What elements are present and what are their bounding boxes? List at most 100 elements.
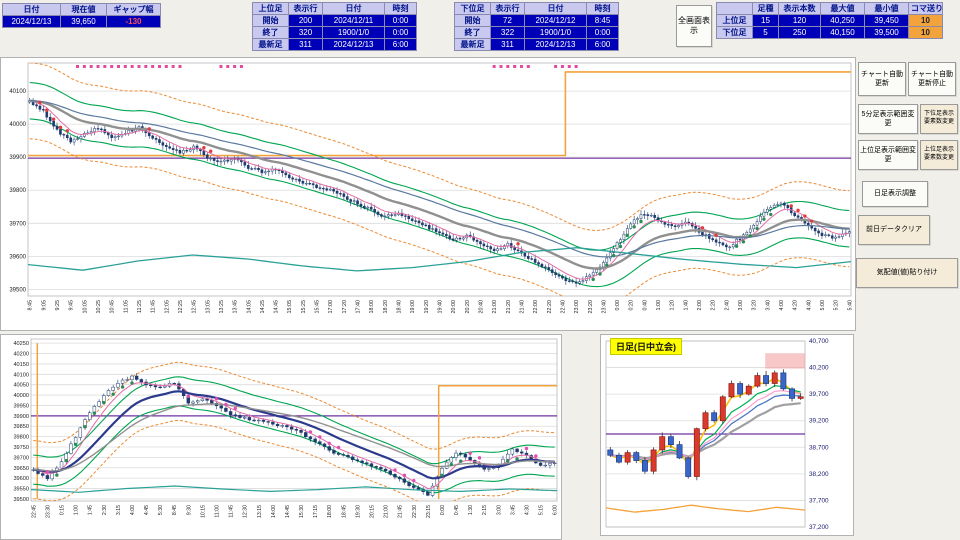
svg-text:10:25: 10:25 xyxy=(96,300,102,314)
range-5min-button[interactable]: 5分足表示範囲変更 xyxy=(858,104,918,134)
svg-text:1:00: 1:00 xyxy=(74,505,80,515)
svg-text:3:40: 3:40 xyxy=(765,300,771,311)
svg-text:3:00: 3:00 xyxy=(738,300,744,311)
svg-text:22:30: 22:30 xyxy=(412,505,418,518)
svg-text:8:45: 8:45 xyxy=(172,505,178,515)
svg-text:12:30: 12:30 xyxy=(243,505,249,518)
date-value: 2024/12/13 xyxy=(2,15,61,28)
svg-text:19:00: 19:00 xyxy=(410,300,416,314)
svg-text:0:40: 0:40 xyxy=(642,300,648,311)
upper-timeframe-chart: 40250 40200 40150 40100 40050 40000 39950 39900… xyxy=(13,338,559,518)
svg-text:5:00: 5:00 xyxy=(820,300,826,311)
svg-text:1:40: 1:40 xyxy=(683,300,689,311)
svg-text:1:30: 1:30 xyxy=(468,505,474,515)
settings-col-count: 表示本数 xyxy=(778,2,821,15)
upper-timeframe-chart-panel: 40250 40200 40150 40100 40050 40000 39950 39900… xyxy=(0,334,562,540)
lower-timeframe-chart-panel: 40100 40000 39900 39800 39700 39600 39500 8:45 9… xyxy=(0,57,856,331)
svg-text:9:30: 9:30 xyxy=(186,505,192,515)
svg-text:39800: 39800 xyxy=(13,435,29,441)
settings-col-max: 最大値 xyxy=(820,2,865,15)
svg-text:4:00: 4:00 xyxy=(779,300,785,311)
svg-text:23:20: 23:20 xyxy=(588,300,594,314)
paste-quote-button[interactable]: 気配値(値)貼り付け xyxy=(856,258,958,288)
svg-text:12:25: 12:25 xyxy=(178,300,184,314)
svg-text:9:25: 9:25 xyxy=(55,300,61,311)
svg-text:18:40: 18:40 xyxy=(397,300,403,314)
upper-title: 上位足 xyxy=(252,2,289,15)
svg-text:10:05: 10:05 xyxy=(82,300,88,314)
upper-col-time: 時刻 xyxy=(384,2,417,15)
svg-text:4:30: 4:30 xyxy=(524,505,530,515)
lower-elements-button[interactable]: 下位足表示要素数変更 xyxy=(920,104,958,134)
settings-upper-label: 上位足 xyxy=(716,14,753,27)
svg-text:39900: 39900 xyxy=(13,414,29,420)
daily-adjust-button[interactable]: 日足表示調整 xyxy=(862,181,928,207)
svg-text:14:05: 14:05 xyxy=(246,300,252,314)
auto-update-button[interactable]: チャート自動更新 xyxy=(858,62,906,96)
svg-text:3:20: 3:20 xyxy=(752,300,758,311)
svg-text:39950: 39950 xyxy=(13,403,29,409)
svg-text:39800: 39800 xyxy=(9,188,26,194)
svg-text:19:20: 19:20 xyxy=(424,300,430,314)
upper-col-date: 日付 xyxy=(322,2,385,15)
svg-text:15:05: 15:05 xyxy=(287,300,293,314)
lower-end-label: 終了 xyxy=(454,26,491,39)
svg-text:40000: 40000 xyxy=(13,393,29,399)
auto-update-stop-button[interactable]: チャート自動更新停止 xyxy=(908,62,956,96)
lower-latest-label: 最新足 xyxy=(454,38,491,51)
svg-text:38,200: 38,200 xyxy=(809,471,829,478)
svg-text:39650: 39650 xyxy=(13,466,29,472)
upper-range-button[interactable]: 上位足表示範囲変更 xyxy=(858,140,918,170)
svg-text:20:15: 20:15 xyxy=(369,505,375,518)
svg-text:19:30: 19:30 xyxy=(355,505,361,518)
lower-max-value: 40,150 xyxy=(820,26,865,39)
svg-text:39700: 39700 xyxy=(9,221,26,227)
svg-text:11:25: 11:25 xyxy=(137,300,143,313)
svg-text:21:00: 21:00 xyxy=(384,505,390,518)
lower-count-value: 250 xyxy=(778,26,821,39)
fullscreen-button[interactable]: 全画面表示 xyxy=(676,5,712,47)
svg-text:20:40: 20:40 xyxy=(478,300,484,314)
settings-lower-label: 下位足 xyxy=(716,26,753,39)
daily-chart-title: 日足(日中立会) xyxy=(610,338,682,355)
lower-latest-time: 6:00 xyxy=(586,38,619,51)
svg-text:21:20: 21:20 xyxy=(506,300,512,314)
svg-text:23:30: 23:30 xyxy=(45,505,51,518)
svg-text:39500: 39500 xyxy=(13,497,29,503)
svg-text:12:45: 12:45 xyxy=(192,300,198,314)
svg-text:40150: 40150 xyxy=(13,362,29,368)
svg-text:0:20: 0:20 xyxy=(629,300,635,311)
svg-text:40100: 40100 xyxy=(13,372,29,378)
daily-chart: 40,700 40,200 39,700 39,200 38,700 38,200 37,7… xyxy=(605,338,829,531)
svg-text:5:15: 5:15 xyxy=(539,505,545,515)
svg-text:19:40: 19:40 xyxy=(438,300,444,314)
upper-start-date: 2024/12/11 xyxy=(322,14,385,27)
svg-text:11:05: 11:05 xyxy=(123,300,129,313)
svg-text:23:40: 23:40 xyxy=(601,300,607,314)
lower-end-rows: 322 xyxy=(490,26,525,39)
settings-col-bartype: 足種 xyxy=(752,2,779,15)
svg-text:4:20: 4:20 xyxy=(793,300,799,311)
upper-end-label: 終了 xyxy=(252,26,289,39)
svg-text:9:05: 9:05 xyxy=(41,300,47,311)
upper-col-rows: 表示行 xyxy=(288,2,323,15)
svg-text:2:15: 2:15 xyxy=(482,505,488,515)
upper-end-rows: 320 xyxy=(288,26,323,39)
lower-col-rows: 表示行 xyxy=(490,2,525,15)
lower-col-date: 日付 xyxy=(524,2,587,15)
lower-title: 下位足 xyxy=(454,2,491,15)
clear-prevday-button[interactable]: 前日データクリア xyxy=(858,215,930,245)
upper-start-time: 0:00 xyxy=(384,14,417,27)
daily-chart-panel: 40,700 40,200 39,700 39,200 38,700 38,200 37,7… xyxy=(600,334,854,536)
svg-text:14:25: 14:25 xyxy=(260,300,266,314)
lower-step-value[interactable]: 10 xyxy=(908,26,943,39)
svg-text:20:20: 20:20 xyxy=(465,300,471,314)
svg-text:0:15: 0:15 xyxy=(60,505,66,515)
upper-elements-button[interactable]: 上位足表示要素数変更 xyxy=(920,140,958,170)
upper-min-value: 39,450 xyxy=(864,14,909,27)
upper-step-value[interactable]: 10 xyxy=(908,14,943,27)
svg-text:21:00: 21:00 xyxy=(492,300,498,314)
gap-value: -130 xyxy=(106,15,161,28)
upper-end-date: 1900/1/0 xyxy=(322,26,385,39)
svg-text:39500: 39500 xyxy=(9,287,26,293)
